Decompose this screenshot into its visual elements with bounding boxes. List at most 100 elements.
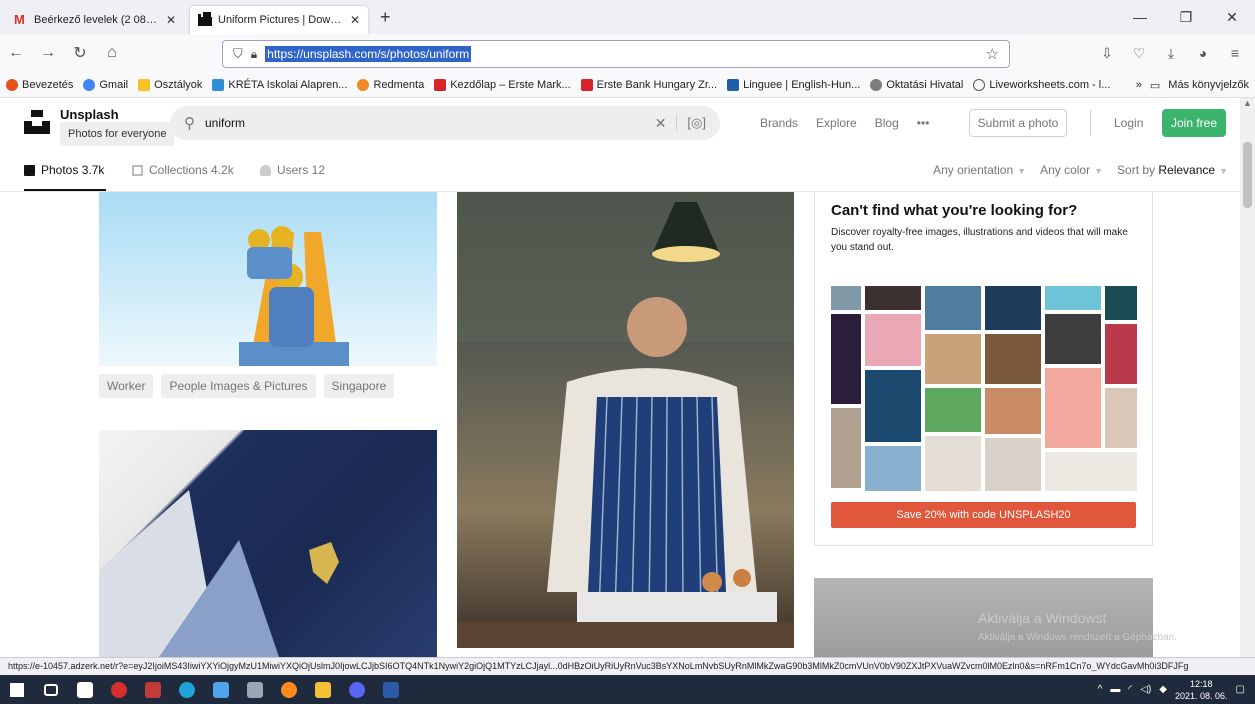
minimize-icon[interactable]: — [1117, 9, 1163, 25]
browser-tab-unsplash[interactable]: Uniform Pictures | Download Fr ✕ [190, 6, 368, 34]
restore-icon[interactable]: ❐ [1163, 9, 1209, 26]
pocket-icon[interactable]: ♡ [1123, 45, 1155, 62]
search-results: Worker People Images & Pictures Singapor… [0, 192, 1240, 657]
submit-photo-button[interactable]: Submit a photo [969, 109, 1067, 137]
nav-blog[interactable]: Blog [875, 116, 899, 130]
bookmark-item[interactable]: Bevezetés [6, 78, 73, 91]
search-icon[interactable]: ⚲ [184, 114, 195, 132]
page-scrollbar[interactable]: ▲ [1240, 98, 1255, 657]
bookmarks-more-button[interactable]: » [1136, 79, 1142, 91]
header-nav: Brands Explore Blog ••• [760, 116, 929, 130]
clock[interactable]: 12:18 2021. 08. 06. [1175, 678, 1228, 702]
edge-icon[interactable] [170, 675, 204, 704]
bookmark-item[interactable]: Redmenta [357, 78, 424, 91]
volume-icon[interactable]: ◁) [1140, 684, 1151, 695]
bookmark-star-icon[interactable]: ☆ [986, 45, 999, 63]
tag-worker[interactable]: Worker [99, 374, 154, 398]
firefox-icon[interactable] [272, 675, 306, 704]
dropbox-icon[interactable]: ◆ [1159, 684, 1167, 695]
clear-search-icon[interactable]: ✕ [655, 115, 667, 132]
tag-singapore[interactable]: Singapore [323, 374, 395, 398]
photo-workers[interactable] [99, 192, 437, 366]
library-icon[interactable]: ⇩ [1091, 45, 1123, 62]
task-view-icon[interactable] [34, 675, 68, 704]
brand[interactable]: Unsplash Photos for everyone [60, 108, 175, 146]
search-value[interactable]: uniform [205, 116, 645, 130]
reload-icon[interactable]: ↻ [64, 43, 96, 63]
tab-photos[interactable]: Photos 3.7k [24, 163, 104, 177]
extension-icon[interactable]: ◕ [1187, 45, 1219, 61]
ad-banner: Can't find what you're looking for? Disc… [814, 192, 1153, 546]
nav-explore[interactable]: Explore [816, 116, 857, 130]
photo-blazer[interactable] [99, 430, 437, 657]
tracking-shield-icon[interactable]: ⛉ [233, 46, 243, 62]
active-tab-indicator [24, 189, 106, 191]
app-bug-icon[interactable] [136, 675, 170, 704]
photo-chef[interactable] [457, 192, 794, 648]
address-bar[interactable]: ⛉ 🔒︎ https://unsplash.com/s/photos/unifo… [222, 40, 1010, 68]
unsplash-logo-icon[interactable] [24, 110, 50, 134]
nav-brands[interactable]: Brands [760, 116, 798, 130]
notifications-icon[interactable]: ▢ [1236, 684, 1245, 695]
windows-activation-watermark: Aktiválja a Windowst Aktiválja a Windows… [978, 610, 1177, 643]
chevron-down-icon: ▼ [1219, 166, 1228, 176]
folder-icon: ▭ [1149, 79, 1161, 92]
discord-icon[interactable] [340, 675, 374, 704]
bookmark-item[interactable]: Erste Bank Hungary Zr... [580, 78, 717, 91]
bookmark-item[interactable]: Gmail [83, 78, 128, 91]
browser-tab-gmail[interactable]: Beérkező levelek (2 088) - miko ✕ [6, 6, 184, 34]
visual-search-icon[interactable]: [◎] [687, 115, 706, 131]
downloads-icon[interactable]: ⤓ [1155, 45, 1187, 62]
ad-cta-button[interactable]: Save 20% with code UNSPLASH20 [831, 502, 1136, 528]
more-icon[interactable]: ••• [917, 116, 930, 130]
store-icon[interactable] [68, 675, 102, 704]
color-filter[interactable]: Any color ▼ [1040, 163, 1103, 177]
browser-toolbar: ← → ↻ ⌂ ⛉ 🔒︎ https://unsplash.com/s/phot… [0, 34, 1255, 72]
bookmark-item[interactable]: Linguee | English-Hun... [727, 78, 860, 91]
browser-tab-bar: Beérkező levelek (2 088) - miko ✕ Unifor… [0, 0, 1255, 34]
scroll-up-icon[interactable]: ▲ [1243, 98, 1252, 108]
search-subnav: Photos 3.7k Collections 4.2k Users 12 An… [0, 150, 1240, 192]
tab-title: Uniform Pictures | Download Fr [218, 14, 344, 26]
orientation-filter[interactable]: Any orientation ▼ [933, 163, 1026, 177]
tray-expand-icon[interactable]: ^ [1098, 684, 1103, 695]
join-free-button[interactable]: Join free [1162, 109, 1226, 137]
battery-icon[interactable]: ▬ [1110, 684, 1120, 695]
close-tab-icon[interactable]: ✕ [166, 13, 176, 27]
app-red-icon[interactable] [102, 675, 136, 704]
other-bookmarks[interactable]: Más könyvjelzők [1168, 79, 1249, 91]
save-app-icon[interactable] [204, 675, 238, 704]
menu-icon[interactable]: ≡ [1219, 45, 1251, 61]
calculator-icon[interactable] [238, 675, 272, 704]
bookmark-item[interactable]: Oktatási Hivatal [870, 78, 963, 91]
bookmark-item[interactable]: KRÉTA Iskolai Alapren... [212, 78, 347, 91]
file-explorer-icon[interactable] [306, 675, 340, 704]
bookmark-item[interactable]: Liveworksheets.com - l... [973, 78, 1110, 91]
tab-collections[interactable]: Collections 4.2k [132, 163, 234, 177]
forward-icon[interactable]: → [32, 44, 64, 62]
bookmark-item[interactable]: Osztályok [138, 78, 202, 91]
home-icon[interactable]: ⌂ [96, 44, 128, 62]
close-window-icon[interactable]: ✕ [1209, 9, 1255, 26]
word-icon[interactable] [374, 675, 408, 704]
search-input[interactable]: ⚲ uniform ✕ [◎] [170, 106, 720, 140]
unsplash-header: Unsplash Photos for everyone ⚲ uniform ✕… [0, 98, 1240, 150]
lock-icon[interactable]: 🔒︎ [251, 47, 257, 62]
back-icon[interactable]: ← [0, 44, 32, 62]
tab-users[interactable]: Users 12 [260, 163, 325, 177]
sort-filter[interactable]: Sort by Relevance ▼ [1117, 163, 1228, 177]
close-tab-icon[interactable]: ✕ [350, 13, 360, 27]
login-link[interactable]: Login [1114, 116, 1143, 130]
tag-people[interactable]: People Images & Pictures [161, 374, 316, 398]
wifi-icon[interactable]: ◜ [1128, 684, 1132, 695]
start-icon[interactable] [0, 675, 34, 704]
system-tray: ^ ▬ ◜ ◁) ◆ 12:18 2021. 08. 06. ▢ [1098, 675, 1255, 704]
new-tab-button[interactable]: + [380, 7, 391, 28]
globe-icon [973, 78, 986, 91]
classroom-icon [138, 78, 151, 91]
bookmark-item[interactable]: Kezdőlap – Erste Mark... [434, 78, 571, 91]
scrollbar-thumb[interactable] [1243, 142, 1252, 208]
bookmarks-bar: Bevezetés Gmail Osztályok KRÉTA Iskolai … [0, 72, 1255, 98]
url-text[interactable]: https://unsplash.com/s/photos/uniform [265, 46, 472, 62]
photo-icon [24, 164, 35, 176]
